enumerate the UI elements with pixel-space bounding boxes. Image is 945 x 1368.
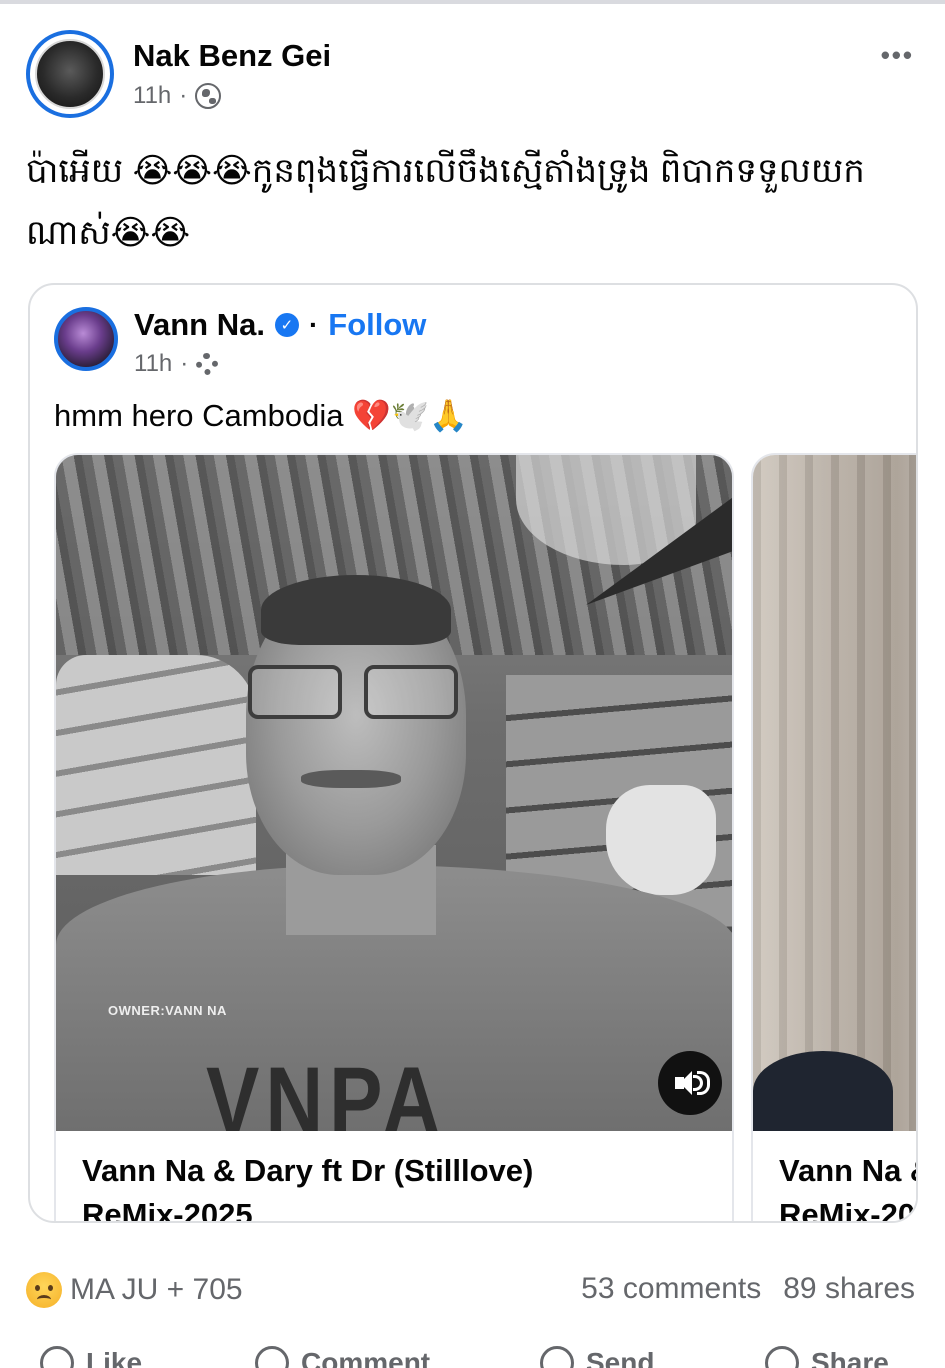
photo-stool	[753, 1051, 893, 1131]
verified-icon: ✓	[274, 313, 299, 337]
more-icon[interactable]: •••	[881, 40, 914, 71]
top-divider	[0, 0, 945, 4]
carousel-caption[interactable]: Vann Na & Dary ft Dr (Stilllove) ReMix-2…	[56, 1131, 732, 1223]
meta-separator: ·	[180, 350, 189, 377]
shared-post-text: hmm hero Cambodia 💔🕊️🙏	[54, 398, 468, 433]
comment-button[interactable]: Comment	[255, 1346, 430, 1368]
comment-icon	[255, 1346, 289, 1368]
post-meta: 11h ·	[133, 82, 222, 110]
avatar-logo-icon	[35, 39, 105, 109]
post-text: ប៉ាអើយ 😭😭😭កូនពុងធ្វើការលើចឹងស្មើតាំងទ្រូ…	[26, 152, 865, 252]
share-icon	[765, 1346, 799, 1368]
send-icon	[540, 1346, 574, 1368]
send-button[interactable]: Send	[540, 1346, 654, 1368]
author-name[interactable]: Nak Benz Gei	[133, 38, 331, 74]
caption-line-1: Vann Na &	[779, 1153, 918, 1188]
photo-watermark: OWNER:VANN NA	[108, 1003, 227, 1018]
post-time[interactable]: 11h	[133, 82, 171, 110]
follow-button[interactable]: Follow	[328, 307, 426, 343]
comments-count[interactable]: 53 comments	[581, 1272, 761, 1306]
like-label: Like	[86, 1347, 143, 1368]
carousel-photo[interactable]: VNPA OWNER:VANN NA	[56, 455, 732, 1131]
action-bar: Like Comment Send Share	[0, 1340, 945, 1368]
shared-author-avatar[interactable]	[54, 307, 118, 371]
photo-shirt-text: VNPA	[206, 1047, 447, 1131]
shared-post-time[interactable]: 11h	[134, 350, 172, 378]
shared-author-name[interactable]: Vann Na.	[134, 307, 265, 343]
author-avatar[interactable]	[26, 30, 114, 118]
photo-sandbags-left	[56, 655, 256, 875]
caption-line-2: ReMix-2025	[82, 1197, 253, 1223]
photo-person-hair	[261, 575, 451, 645]
caption-line-1: Vann Na & Dary ft Dr (Stilllove)	[82, 1153, 534, 1188]
share-label: Share	[811, 1347, 889, 1368]
shared-post-meta: 11h ·	[134, 350, 219, 378]
globe-icon	[195, 83, 222, 109]
like-button[interactable]: Like	[40, 1346, 142, 1368]
meta-separator: ·	[179, 82, 188, 109]
follow-separator: ·	[308, 309, 319, 340]
shared-author-row: Vann Na. ✓ · Follow	[134, 307, 426, 343]
gear-icon	[196, 353, 219, 375]
post-header: Nak Benz Gei 11h · •••	[26, 30, 926, 120]
comment-label: Comment	[301, 1347, 431, 1368]
carousel-photo[interactable]	[753, 455, 916, 1131]
sad-reaction-icon	[26, 1272, 62, 1308]
caption-line-2: ReMix-202	[779, 1197, 918, 1223]
send-label: Send	[586, 1347, 655, 1368]
carousel-item[interactable]: VNPA OWNER:VANN NA Vann Na & Dary ft Dr …	[54, 453, 734, 1223]
photo-person-mustache	[301, 770, 401, 788]
photo-person-glasses	[248, 665, 458, 721]
carousel-caption[interactable]: Vann Na & ReMix-202	[753, 1131, 918, 1223]
engagement-counts: 53 comments 89 shares	[581, 1272, 915, 1306]
photo-sandbag-white	[606, 785, 716, 895]
shared-post-card[interactable]: Vann Na. ✓ · Follow 11h · hmm hero Cambo…	[28, 283, 918, 1223]
sound-icon[interactable]	[658, 1051, 722, 1115]
shares-count[interactable]: 89 shares	[783, 1272, 915, 1306]
share-button[interactable]: Share	[765, 1346, 889, 1368]
reactions-summary[interactable]: MA JU + 705	[26, 1272, 243, 1308]
reactions-text: MA JU + 705	[70, 1273, 243, 1306]
like-icon	[40, 1346, 74, 1368]
carousel-item[interactable]: Vann Na & ReMix-202	[751, 453, 918, 1223]
photo-curtain	[753, 455, 916, 1131]
